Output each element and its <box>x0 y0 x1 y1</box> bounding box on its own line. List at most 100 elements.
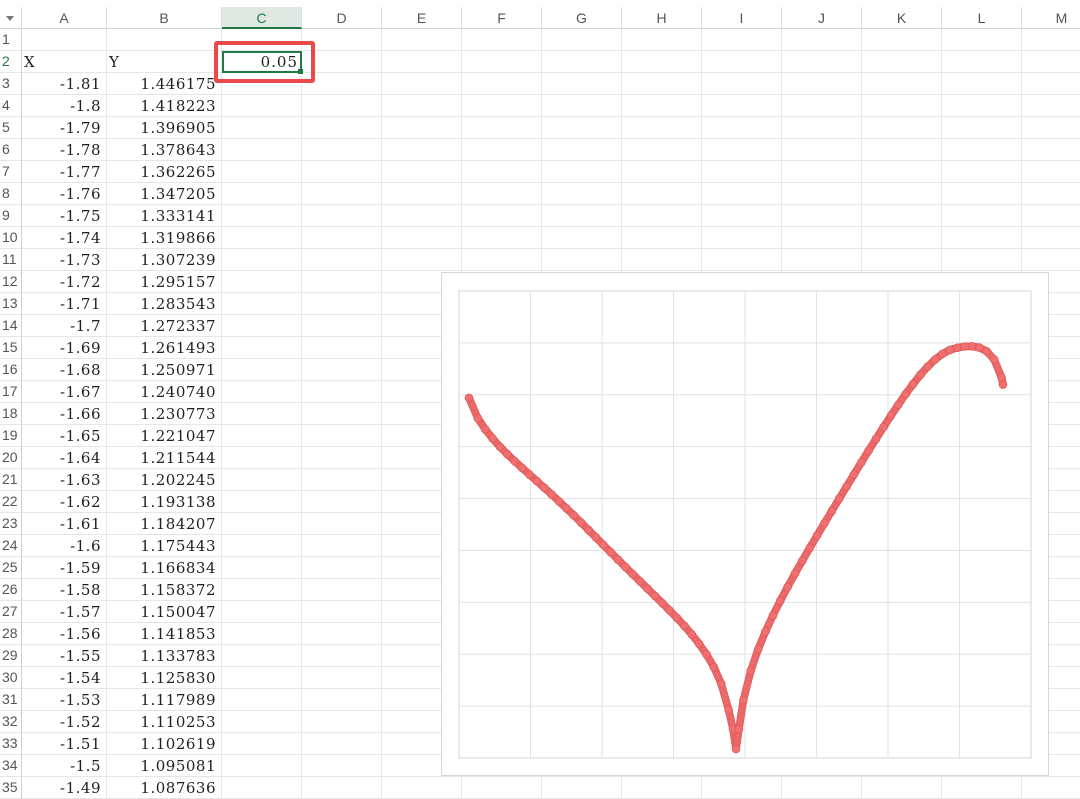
column-header-i[interactable]: I <box>702 7 782 29</box>
cell-a11[interactable]: -1.73 <box>22 249 107 271</box>
row-header-10[interactable]: 10 <box>0 227 22 249</box>
cell-a26[interactable]: -1.58 <box>22 579 107 601</box>
row-header-14[interactable]: 14 <box>0 315 22 337</box>
cell-b7[interactable]: 1.362265 <box>107 161 222 183</box>
cell-a33[interactable]: -1.51 <box>22 733 107 755</box>
cell-a34[interactable]: -1.5 <box>22 755 107 777</box>
cell-a4[interactable]: -1.8 <box>22 95 107 117</box>
column-header-b[interactable]: B <box>107 7 222 29</box>
cell-b9[interactable]: 1.333141 <box>107 205 222 227</box>
scatter-chart[interactable] <box>441 272 1049 776</box>
cell-b13[interactable]: 1.283543 <box>107 293 222 315</box>
cell-a13[interactable]: -1.71 <box>22 293 107 315</box>
cell-b11[interactable]: 1.307239 <box>107 249 222 271</box>
cell-a31[interactable]: -1.53 <box>22 689 107 711</box>
cell-a23[interactable]: -1.61 <box>22 513 107 535</box>
cell-b29[interactable]: 1.133783 <box>107 645 222 667</box>
cell-b17[interactable]: 1.240740 <box>107 381 222 403</box>
cell-a20[interactable]: -1.64 <box>22 447 107 469</box>
row-header-28[interactable]: 28 <box>0 623 22 645</box>
cell-b14[interactable]: 1.272337 <box>107 315 222 337</box>
cell-b26[interactable]: 1.158372 <box>107 579 222 601</box>
column-header-g[interactable]: G <box>542 7 622 29</box>
cell-a19[interactable]: -1.65 <box>22 425 107 447</box>
row-header-9[interactable]: 9 <box>0 205 22 227</box>
row-header-30[interactable]: 30 <box>0 667 22 689</box>
cell-a5[interactable]: -1.79 <box>22 117 107 139</box>
cell-a29[interactable]: -1.55 <box>22 645 107 667</box>
cell-a18[interactable]: -1.66 <box>22 403 107 425</box>
select-all-corner[interactable] <box>0 7 22 29</box>
row-header-12[interactable]: 12 <box>0 271 22 293</box>
cell-b4[interactable]: 1.418223 <box>107 95 222 117</box>
cell-b12[interactable]: 1.295157 <box>107 271 222 293</box>
column-header-j[interactable]: J <box>782 7 862 29</box>
cell-b30[interactable]: 1.125830 <box>107 667 222 689</box>
row-header-4[interactable]: 4 <box>0 95 22 117</box>
cell-a10[interactable]: -1.74 <box>22 227 107 249</box>
cell-b16[interactable]: 1.250971 <box>107 359 222 381</box>
cell-b33[interactable]: 1.102619 <box>107 733 222 755</box>
cell-a2[interactable]: X <box>22 51 107 73</box>
cell-b18[interactable]: 1.230773 <box>107 403 222 425</box>
row-header-25[interactable]: 25 <box>0 557 22 579</box>
cell-a9[interactable]: -1.75 <box>22 205 107 227</box>
row-header-13[interactable]: 13 <box>0 293 22 315</box>
cell-a22[interactable]: -1.62 <box>22 491 107 513</box>
cell-b34[interactable]: 1.095081 <box>107 755 222 777</box>
row-header-35[interactable]: 35 <box>0 777 22 799</box>
cell-b23[interactable]: 1.184207 <box>107 513 222 535</box>
cell-a15[interactable]: -1.69 <box>22 337 107 359</box>
cell-b25[interactable]: 1.166834 <box>107 557 222 579</box>
cell-a12[interactable]: -1.72 <box>22 271 107 293</box>
column-header-d[interactable]: D <box>302 7 382 29</box>
cell-b22[interactable]: 1.193138 <box>107 491 222 513</box>
cell-b32[interactable]: 1.110253 <box>107 711 222 733</box>
column-header-l[interactable]: L <box>942 7 1022 29</box>
row-header-24[interactable]: 24 <box>0 535 22 557</box>
cell-b21[interactable]: 1.202245 <box>107 469 222 491</box>
cell-b3[interactable]: 1.446175 <box>107 73 222 95</box>
row-header-2[interactable]: 2 <box>0 51 22 73</box>
cell-a24[interactable]: -1.6 <box>22 535 107 557</box>
row-header-22[interactable]: 22 <box>0 491 22 513</box>
row-header-32[interactable]: 32 <box>0 711 22 733</box>
row-header-1[interactable]: 1 <box>0 29 22 51</box>
cell-a28[interactable]: -1.56 <box>22 623 107 645</box>
column-header-m[interactable]: M <box>1022 7 1080 29</box>
cell-a8[interactable]: -1.76 <box>22 183 107 205</box>
cell-b31[interactable]: 1.117989 <box>107 689 222 711</box>
row-header-19[interactable]: 19 <box>0 425 22 447</box>
cell-a17[interactable]: -1.67 <box>22 381 107 403</box>
row-header-33[interactable]: 33 <box>0 733 22 755</box>
cell-b28[interactable]: 1.141853 <box>107 623 222 645</box>
row-header-31[interactable]: 31 <box>0 689 22 711</box>
cell-a32[interactable]: -1.52 <box>22 711 107 733</box>
row-header-5[interactable]: 5 <box>0 117 22 139</box>
row-header-27[interactable]: 27 <box>0 601 22 623</box>
cell-b27[interactable]: 1.150047 <box>107 601 222 623</box>
row-header-18[interactable]: 18 <box>0 403 22 425</box>
cell-a14[interactable]: -1.7 <box>22 315 107 337</box>
column-header-e[interactable]: E <box>382 7 462 29</box>
cell-a3[interactable]: -1.81 <box>22 73 107 95</box>
cell-a16[interactable]: -1.68 <box>22 359 107 381</box>
fill-handle[interactable] <box>298 69 303 74</box>
row-header-23[interactable]: 23 <box>0 513 22 535</box>
column-header-c[interactable]: C <box>222 7 302 29</box>
row-header-16[interactable]: 16 <box>0 359 22 381</box>
cell-a30[interactable]: -1.54 <box>22 667 107 689</box>
row-header-6[interactable]: 6 <box>0 139 22 161</box>
cell-a27[interactable]: -1.57 <box>22 601 107 623</box>
row-header-29[interactable]: 29 <box>0 645 22 667</box>
cell-b5[interactable]: 1.396905 <box>107 117 222 139</box>
cell-a25[interactable]: -1.59 <box>22 557 107 579</box>
row-header-11[interactable]: 11 <box>0 249 22 271</box>
cell-b24[interactable]: 1.175443 <box>107 535 222 557</box>
cell-a6[interactable]: -1.78 <box>22 139 107 161</box>
cell-b8[interactable]: 1.347205 <box>107 183 222 205</box>
cell-b2[interactable]: Y <box>107 51 222 73</box>
column-header-k[interactable]: K <box>862 7 942 29</box>
cell-b15[interactable]: 1.261493 <box>107 337 222 359</box>
row-header-20[interactable]: 20 <box>0 447 22 469</box>
